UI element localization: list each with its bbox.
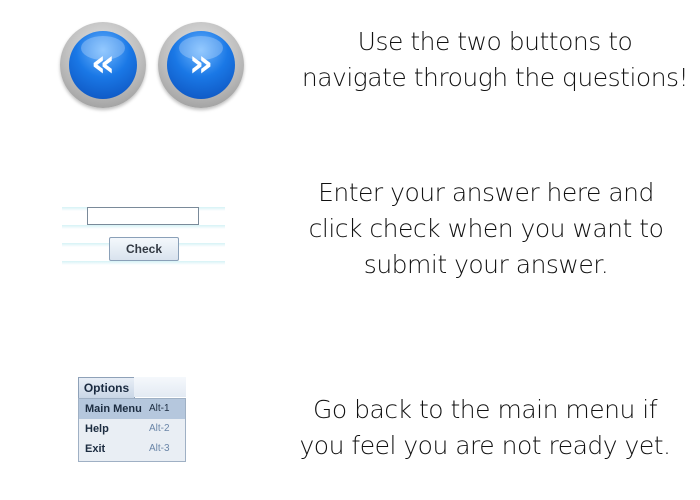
- previous-question-button[interactable]: «: [60, 22, 146, 108]
- menu-item-exit[interactable]: Exit Alt-3: [79, 439, 185, 459]
- options-dropdown: Main Menu Alt-1 Help Alt-2 Exit Alt-3: [78, 398, 186, 462]
- options-menu: Options Main Menu Alt-1 Help Alt-2 Exit …: [78, 377, 188, 463]
- answer-hint: Enter your answer here and click check w…: [308, 178, 664, 279]
- answer-panel: Check: [62, 193, 225, 265]
- menu-hint: Go back to the main menu if you feel you…: [299, 395, 671, 460]
- next-question-button[interactable]: »: [158, 22, 244, 108]
- check-button[interactable]: Check: [109, 237, 179, 261]
- options-menu-tab[interactable]: Options: [78, 377, 135, 398]
- menu-bar: [134, 377, 186, 397]
- answer-input[interactable]: [87, 207, 199, 225]
- double-chevron-left-icon: «: [69, 31, 137, 99]
- navigation-hint: Use the two buttons to navigate through …: [301, 27, 689, 92]
- double-chevron-right-icon: »: [167, 31, 235, 99]
- menu-item-help[interactable]: Help Alt-2: [79, 419, 185, 439]
- menu-item-main-menu[interactable]: Main Menu Alt-1: [79, 399, 185, 419]
